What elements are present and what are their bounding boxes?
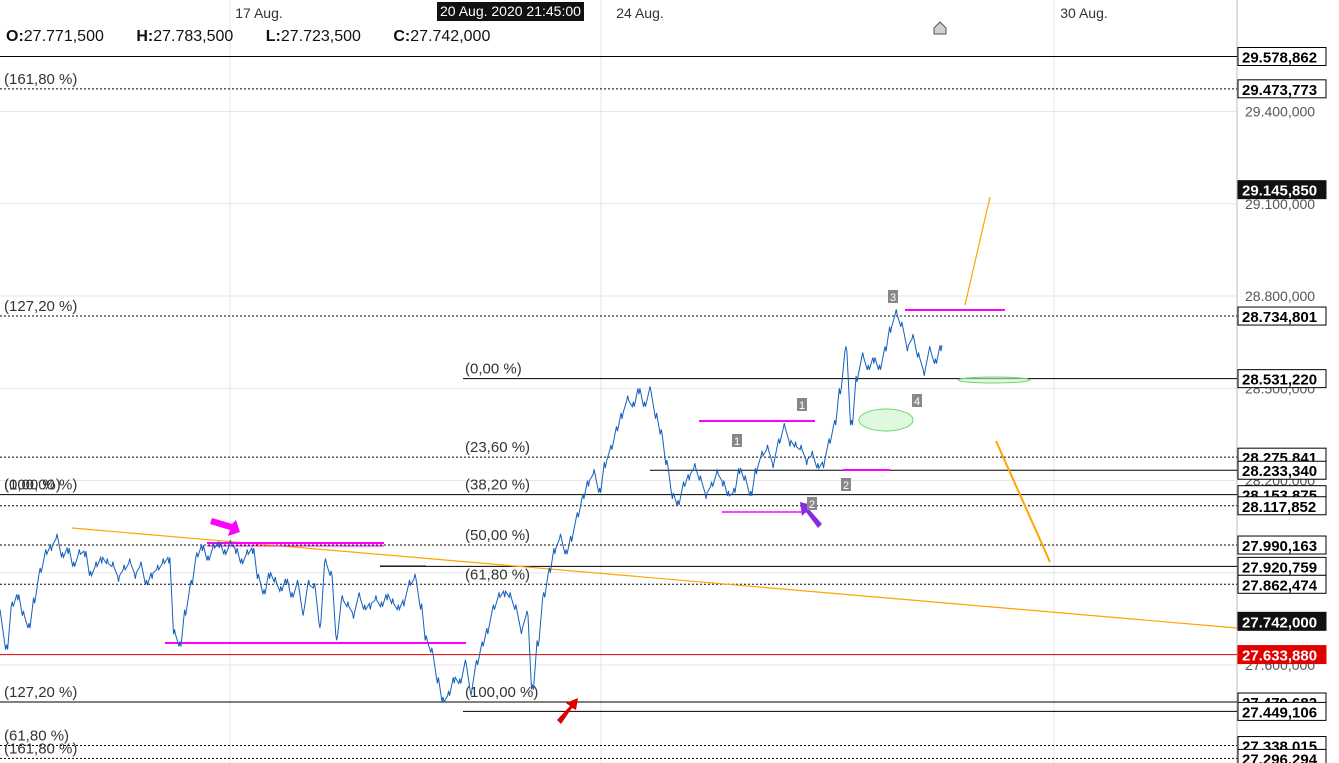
chart-grid xyxy=(0,0,1238,763)
drawings-layer xyxy=(71,21,1238,724)
wave-label: 2 xyxy=(809,499,815,511)
price-label: 27.449,106 xyxy=(1242,704,1317,721)
scroll-marker-icon[interactable] xyxy=(933,21,947,35)
highlight-ellipse-1[interactable] xyxy=(858,408,914,432)
fib-label: (50,00 %) xyxy=(465,527,530,544)
price-label: 27.296,294 xyxy=(1242,751,1318,763)
price-label: 28.734,801 xyxy=(1242,309,1317,326)
highlight-ellipse-2[interactable] xyxy=(957,376,1031,384)
high-label: H: xyxy=(136,28,154,45)
fib-label: (38,20 %) xyxy=(465,477,530,494)
projection-up-line[interactable] xyxy=(964,196,991,306)
price-label: 29.473,773 xyxy=(1242,82,1317,99)
wave-label: 3 xyxy=(890,292,896,304)
price-label: 27.633,880 xyxy=(1242,648,1317,665)
wave-label: 4 xyxy=(914,396,920,408)
wave-label: 1 xyxy=(799,400,805,412)
projection-down-line[interactable] xyxy=(995,440,1051,563)
close-label: C: xyxy=(393,28,411,45)
fib-label: (0,00 %) xyxy=(465,361,522,378)
high-value: 27.783,500 xyxy=(153,28,234,45)
fib-label: (127,20 %) xyxy=(4,684,77,701)
x-axis: 17 Aug. 24 Aug. 30 Aug. xyxy=(235,5,1108,21)
fib-label: (161,80 %) xyxy=(4,740,77,757)
price-label: 28.117,852 xyxy=(1242,499,1316,516)
low-value: 27.723,500 xyxy=(280,28,361,45)
arrow-magenta-icon[interactable] xyxy=(210,518,240,536)
wave-labels: 1 1 2 2 3 4 xyxy=(732,290,922,511)
ohlc-readout: O:27.771,500 H:27.783,500 L:27.723,500 C… xyxy=(6,28,518,46)
fib-label: (161,80 %) xyxy=(4,71,77,88)
open-value: 27.771,500 xyxy=(23,28,104,45)
price-label: 29.578,862 xyxy=(1242,49,1317,66)
crosshair-date-label: 20 Aug. 2020 21:45:00 xyxy=(437,2,584,21)
x-tick-label: 17 Aug. xyxy=(235,5,283,21)
y-tick-label: 29.400,000 xyxy=(1245,104,1315,120)
price-label: 27.990,163 xyxy=(1242,538,1317,555)
wave-label: 1 xyxy=(734,436,740,448)
fib-label: (23,60 %) xyxy=(465,439,530,456)
x-tick-label: 30 Aug. xyxy=(1060,5,1108,21)
low-label: L: xyxy=(265,28,281,45)
fib-label: (0,00 %) xyxy=(4,477,61,494)
price-label: 27.920,759 xyxy=(1242,559,1317,576)
price-chart[interactable]: 17 Aug. 24 Aug. 30 Aug. 1 1 2 2 3 4 (161,80 %… xyxy=(0,0,1339,763)
price-label: 28.531,220 xyxy=(1242,372,1317,389)
wave-label: 2 xyxy=(843,480,849,492)
price-label: 27.862,474 xyxy=(1242,577,1318,594)
level-lines xyxy=(0,55,1237,759)
price-label: 28.233,340 xyxy=(1242,463,1317,480)
close-value: 27.742,000 xyxy=(410,28,491,45)
price-axis: 29.400,00029.100,00028.800,00028.500,000… xyxy=(1237,46,1327,763)
x-tick-label: 24 Aug. xyxy=(616,5,664,21)
fib-label: (100,00 %) xyxy=(465,684,538,701)
fib-label: (61,80 %) xyxy=(465,566,530,583)
open-label: O: xyxy=(6,28,24,45)
price-label: 29.145,850 xyxy=(1242,183,1317,200)
fib-label: (127,20 %) xyxy=(4,298,77,315)
y-tick-label: 28.800,000 xyxy=(1245,288,1315,304)
price-label: 27.742,000 xyxy=(1242,614,1317,631)
